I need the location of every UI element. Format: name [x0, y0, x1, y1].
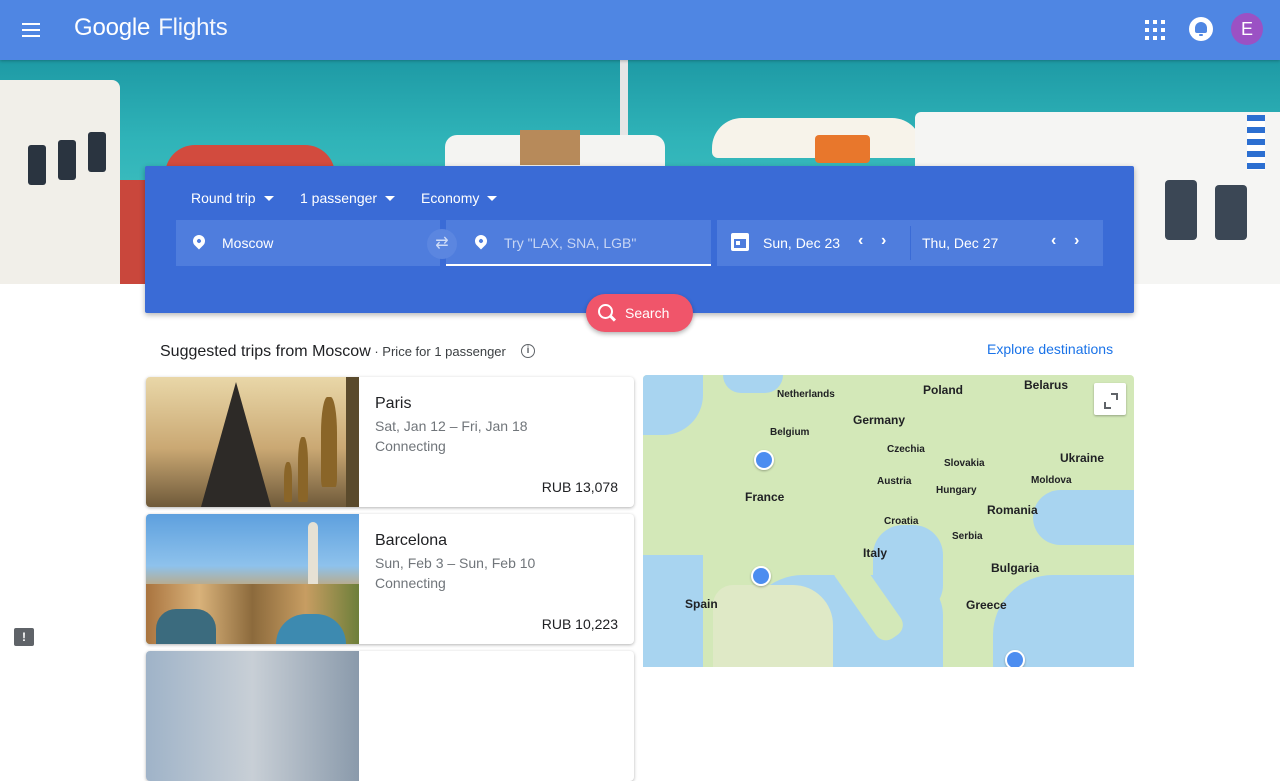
- cabin-dropdown[interactable]: Economy: [421, 190, 498, 206]
- map-label-poland: Poland: [923, 383, 964, 397]
- trip-city: Paris: [375, 395, 412, 412]
- suggested-subtitle: · Price for 1 passenger: [370, 344, 506, 359]
- map-pin-paris[interactable]: [754, 450, 774, 470]
- trip-dates: Sat, Jan 12 – Fri, Jan 18: [375, 418, 528, 434]
- map-label-bulgaria: Bulgaria: [991, 561, 1040, 575]
- suggested-title-text: Suggested trips from Moscow: [160, 343, 371, 360]
- passengers-label: 1 passenger: [300, 190, 378, 206]
- return-next-chevron-icon[interactable]: ›: [1074, 232, 1079, 250]
- return-prev-chevron-icon[interactable]: ‹: [1051, 232, 1056, 250]
- menu-icon[interactable]: [18, 16, 46, 44]
- expand-map-icon[interactable]: [1094, 383, 1126, 415]
- trip-stops: Connecting: [375, 575, 446, 591]
- trip-stops: Connecting: [375, 438, 446, 454]
- depart-prev-chevron-icon[interactable]: ‹: [858, 232, 863, 250]
- map-label-croatia: Croatia: [884, 516, 919, 527]
- suggested-trips-title: Suggested trips from Moscow · Price for …: [160, 343, 506, 361]
- cabin-label: Economy: [421, 190, 480, 206]
- explore-destinations-link[interactable]: Explore destinations: [987, 341, 1113, 357]
- trip-type-dropdown[interactable]: Round trip: [191, 190, 274, 206]
- search-card: Round trip 1 passenger Economy Moscow ⇄ …: [145, 166, 1134, 313]
- map-water: [723, 375, 783, 393]
- trip-type-label: Round trip: [191, 190, 256, 206]
- map-label-belarus: Belarus: [1024, 378, 1069, 392]
- info-icon[interactable]: i: [521, 344, 535, 358]
- map-water: [643, 555, 703, 667]
- map-label-czechia: Czechia: [887, 444, 925, 455]
- location-pin-icon: [190, 232, 208, 250]
- trip-price: RUB 13,078: [541, 479, 618, 495]
- map-label-moldova: Moldova: [1031, 475, 1072, 486]
- search-icon: [598, 304, 613, 319]
- trip-price: RUB 10,223: [541, 616, 618, 632]
- map-label-germany: Germany: [853, 413, 906, 427]
- map-label-spain: Spain: [685, 597, 718, 611]
- destination-placeholder: Try "LAX, SNA, LGB": [504, 235, 637, 251]
- map-label-austria: Austria: [877, 476, 912, 487]
- map-label-slovakia: Slovakia: [944, 458, 985, 469]
- map-label-hungary: Hungary: [936, 485, 977, 496]
- feedback-icon[interactable]: !: [14, 628, 34, 646]
- map-label-ukraine: Ukraine: [1060, 451, 1105, 465]
- apps-icon[interactable]: [1144, 19, 1166, 41]
- account-avatar[interactable]: E: [1231, 13, 1263, 45]
- caret-down-icon: [263, 196, 274, 201]
- map-pin-destination[interactable]: [1005, 650, 1025, 667]
- paris-image: [146, 377, 359, 507]
- map-pin-barcelona[interactable]: [751, 566, 771, 586]
- search-button[interactable]: Search: [586, 294, 693, 332]
- depart-date[interactable]: Sun, Dec 23: [763, 235, 840, 251]
- logo-google: Google: [74, 14, 151, 41]
- trip-city: Barcelona: [375, 532, 448, 549]
- trip-card-paris[interactable]: Paris Sat, Jan 12 – Fri, Jan 18 Connecti…: [146, 377, 634, 507]
- origin-field[interactable]: Moscow: [176, 220, 440, 266]
- map-label-italy: Italy: [863, 546, 888, 560]
- caret-down-icon: [385, 196, 396, 201]
- notifications-icon[interactable]: [1189, 17, 1213, 41]
- location-pin-icon: [472, 232, 490, 250]
- calendar-icon: [731, 233, 749, 251]
- map-label-netherlands: Netherlands: [777, 389, 835, 400]
- logo-product: Flights: [158, 14, 228, 41]
- origin-value: Moscow: [222, 235, 274, 251]
- depart-next-chevron-icon[interactable]: ›: [881, 232, 886, 250]
- date-divider: [910, 226, 911, 260]
- map-label-serbia: Serbia: [952, 531, 983, 542]
- destination-field[interactable]: Try "LAX, SNA, LGB": [446, 220, 711, 266]
- trip-image: [146, 651, 359, 781]
- trip-card-barcelona[interactable]: Barcelona Sun, Feb 3 – Sun, Feb 10 Conne…: [146, 514, 634, 644]
- dates-field[interactable]: Sun, Dec 23 ‹ › Thu, Dec 27 ‹ ›: [717, 220, 1103, 266]
- barcelona-image: [146, 514, 359, 644]
- caret-down-icon: [487, 196, 498, 201]
- destinations-map[interactable]: Netherlands Poland Belarus Germany Belgi…: [643, 375, 1134, 667]
- map-water: [1033, 490, 1134, 545]
- trip-card-3[interactable]: [146, 651, 634, 781]
- app-bar: Google Flights E: [0, 0, 1280, 60]
- swap-icon[interactable]: ⇄: [427, 229, 457, 259]
- map-label-france: France: [745, 490, 785, 504]
- app-logo[interactable]: Google Flights: [74, 14, 228, 42]
- map-label-greece: Greece: [966, 598, 1007, 612]
- search-button-label: Search: [625, 305, 670, 321]
- map-water: [643, 375, 703, 435]
- map-label-romania: Romania: [987, 503, 1038, 517]
- passengers-dropdown[interactable]: 1 passenger: [300, 190, 396, 206]
- return-date[interactable]: Thu, Dec 27: [922, 235, 998, 251]
- map-label-belgium: Belgium: [770, 427, 810, 438]
- trip-dates: Sun, Feb 3 – Sun, Feb 10: [375, 555, 536, 571]
